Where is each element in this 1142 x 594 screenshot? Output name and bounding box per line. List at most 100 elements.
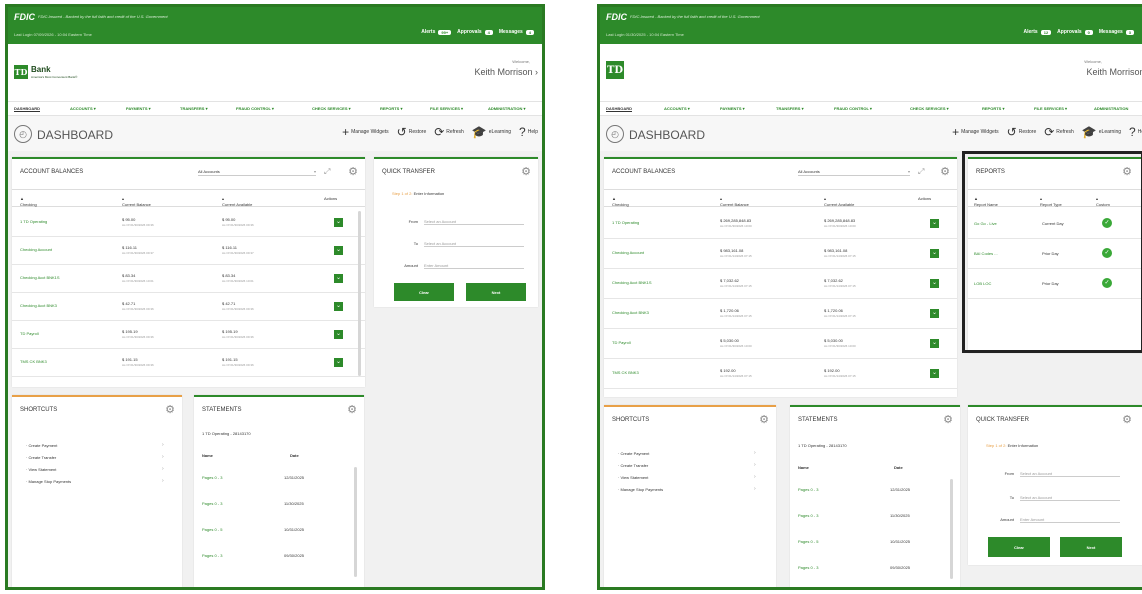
shortcut-item[interactable]: · Create Transfer <box>26 455 56 460</box>
report-name-link[interactable]: BAI Codes ... <box>974 251 998 256</box>
nav-check-services[interactable]: CHECK SERVICES ▾ <box>910 106 949 111</box>
nav-accounts[interactable]: ACCOUNTS ▾ <box>70 106 96 111</box>
col-current-balance[interactable]: Current Balance ▴ <box>122 196 151 207</box>
settings-gear-icon[interactable]: ⚙ <box>759 413 769 426</box>
help-button[interactable]: ?Help <box>1129 126 1142 138</box>
alerts-button[interactable]: Alerts 12 <box>1024 29 1052 35</box>
nav-payments[interactable]: PAYMENTS ▾ <box>720 106 745 111</box>
approvals-button[interactable]: Approvals 4 <box>457 29 493 35</box>
refresh-button[interactable]: ⟳ Refresh <box>1044 126 1074 138</box>
actions-dropdown-button[interactable]: ⌄ <box>334 218 343 227</box>
nav-administration[interactable]: ADMINISTRATION <box>1094 106 1128 111</box>
account-name-link[interactable]: TMS CK BNK3 <box>612 370 639 375</box>
col-current-available[interactable]: Current Available ▴ <box>824 196 854 207</box>
account-name-link[interactable]: TD Payroll <box>20 331 39 336</box>
report-name-link[interactable]: LOB LOC <box>974 281 991 286</box>
actions-dropdown-button[interactable]: ⌄ <box>334 246 343 255</box>
account-name-link[interactable]: 1 TD Operating <box>20 219 47 224</box>
nav-check-services[interactable]: CHECK SERVICES ▾ <box>312 106 351 111</box>
nav-payments[interactable]: PAYMENTS ▾ <box>126 106 151 111</box>
nav-reports[interactable]: REPORTS ▾ <box>380 106 402 111</box>
shortcut-item[interactable]: · Create Payment <box>26 443 57 448</box>
actions-dropdown-button[interactable]: ⌄ <box>334 302 343 311</box>
messages-button[interactable]: Messages 3 <box>1099 29 1134 35</box>
manage-widgets-button[interactable]: + Manage Widgets <box>952 126 999 138</box>
nav-fraud-control[interactable]: FRAUD CONTROL ▾ <box>834 106 872 111</box>
td-logo[interactable]: TD <box>606 61 624 79</box>
settings-gear-icon[interactable]: ⚙ <box>348 165 358 178</box>
actions-dropdown-button[interactable]: ⌄ <box>930 279 939 288</box>
account-filter-select[interactable]: All Accounts ▾ <box>798 169 910 176</box>
next-button[interactable]: Next <box>1060 537 1122 557</box>
actions-dropdown-button[interactable]: ⌄ <box>334 274 343 283</box>
account-name-link[interactable]: Checking Account <box>20 247 52 252</box>
expand-icon[interactable]: ⤢ <box>324 167 330 177</box>
statement-link[interactable]: Pages 0 - 3 <box>202 475 222 480</box>
statement-link[interactable]: Pages 0 - 3 <box>798 565 818 570</box>
col-report-type[interactable]: Report Type ▴ <box>1040 196 1062 207</box>
nav-transfers[interactable]: TRANSFERS ▾ <box>180 106 208 111</box>
restore-button[interactable]: ↺ Restore <box>1007 126 1037 138</box>
messages-button[interactable]: Messages 4 <box>499 29 534 35</box>
col-checking[interactable]: Checking ▲ <box>612 196 629 207</box>
settings-gear-icon[interactable]: ⚙ <box>521 165 531 178</box>
shortcut-item[interactable]: · Manage Stop Payments <box>26 479 71 484</box>
account-name-link[interactable]: TMS CK BNK3 <box>20 359 47 364</box>
nav-dashboard[interactable]: DASHBOARD <box>14 106 40 111</box>
account-name-link[interactable]: 1 TD Operating <box>612 220 639 225</box>
statement-link[interactable]: Pages 0 - 3 <box>798 513 818 518</box>
manage-widgets-button[interactable]: + Manage Widgets <box>342 126 389 138</box>
actions-dropdown-button[interactable]: ⌄ <box>930 219 939 228</box>
actions-dropdown-button[interactable]: ⌄ <box>334 358 343 367</box>
refresh-button[interactable]: ⟳ Refresh <box>434 126 464 138</box>
nav-administration[interactable]: ADMINISTRATION ▾ <box>488 106 526 111</box>
help-button[interactable]: ?Help <box>519 126 538 138</box>
actions-dropdown-button[interactable]: ⌄ <box>930 369 939 378</box>
statement-link[interactable]: Pages 0 - 3 <box>202 501 222 506</box>
expand-icon[interactable]: ⤢ <box>918 167 924 177</box>
nav-transfers[interactable]: TRANSFERS ▾ <box>776 106 804 111</box>
nav-reports[interactable]: REPORTS ▾ <box>982 106 1004 111</box>
next-button[interactable]: Next <box>466 283 526 301</box>
settings-gear-icon[interactable]: ⚙ <box>940 165 950 178</box>
col-current-balance[interactable]: Current Balance ▴ <box>720 196 749 207</box>
settings-gear-icon[interactable]: ⚙ <box>943 413 953 426</box>
amount-input[interactable]: Enter Amount <box>1020 517 1120 523</box>
account-name-link[interactable]: Checking Acct BNK1S <box>20 275 60 280</box>
report-name-link[interactable]: Go Go - Live <box>974 221 997 226</box>
elearning-button[interactable]: 🎓 eLearning <box>1082 126 1121 138</box>
statement-link[interactable]: Pages 0 - 5 <box>798 539 818 544</box>
nav-fraud-control[interactable]: FRAUD CONTROL ▾ <box>236 106 274 111</box>
statement-link[interactable]: Pages 0 - 5 <box>202 527 222 532</box>
account-filter-select[interactable]: All Accounts ▾ <box>198 169 316 176</box>
shortcut-item[interactable]: · Create Payment <box>618 451 649 456</box>
shortcut-item[interactable]: · View Statement <box>618 475 648 480</box>
settings-gear-icon[interactable]: ⚙ <box>1122 165 1132 178</box>
nav-accounts[interactable]: ACCOUNTS ▾ <box>664 106 690 111</box>
restore-button[interactable]: ↺ Restore <box>397 126 427 138</box>
from-account-select[interactable]: Select an Account <box>424 219 524 225</box>
actions-dropdown-button[interactable]: ⌄ <box>334 330 343 339</box>
scrollbar[interactable] <box>354 467 357 577</box>
settings-gear-icon[interactable]: ⚙ <box>347 403 357 416</box>
from-account-select[interactable]: Select an Account <box>1020 471 1120 477</box>
actions-dropdown-button[interactable]: ⌄ <box>930 339 939 348</box>
user-menu[interactable]: Keith Morrison › <box>1086 67 1142 77</box>
col-report-name[interactable]: Report Name ▲ <box>974 196 998 207</box>
amount-input[interactable]: Enter Amount <box>424 263 524 269</box>
to-account-select[interactable]: Select an Account <box>424 241 524 247</box>
alerts-button[interactable]: Alerts 99+ <box>421 29 452 35</box>
nav-dashboard[interactable]: DASHBOARD <box>606 106 632 111</box>
settings-gear-icon[interactable]: ⚙ <box>1122 413 1132 426</box>
shortcut-item[interactable]: · Create Transfer <box>618 463 648 468</box>
to-account-select[interactable]: Select an Account <box>1020 495 1120 501</box>
actions-dropdown-button[interactable]: ⌄ <box>930 309 939 318</box>
user-menu[interactable]: Keith Morrison › <box>474 67 538 77</box>
account-name-link[interactable]: Checking Account <box>612 250 644 255</box>
elearning-button[interactable]: 🎓 eLearning <box>472 126 511 138</box>
shortcut-item[interactable]: · View Statement <box>26 467 56 472</box>
clear-button[interactable]: Clear <box>394 283 454 301</box>
settings-gear-icon[interactable]: ⚙ <box>165 403 175 416</box>
clear-button[interactable]: Clear <box>988 537 1050 557</box>
scrollbar[interactable] <box>358 211 361 376</box>
